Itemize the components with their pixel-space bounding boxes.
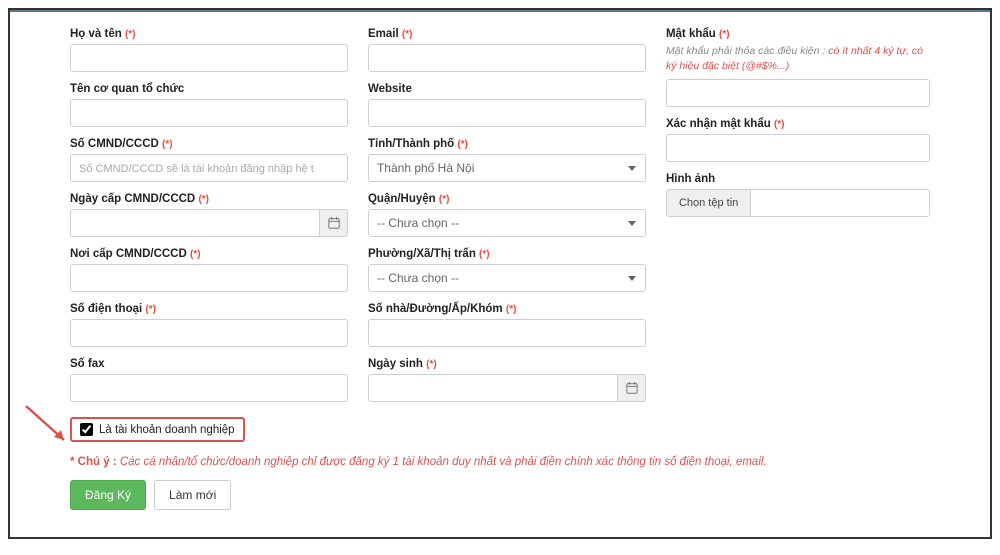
website-input[interactable] [368, 99, 646, 127]
noi-cap-input[interactable] [70, 264, 348, 292]
xac-nhan-label: Xác nhận mật khẩu (*) [666, 118, 930, 130]
dien-thoai-label: Số điện thoại (*) [70, 303, 348, 315]
tinh-label: Tỉnh/Thành phố (*) [368, 138, 646, 150]
choose-file-button[interactable]: Chọn tệp tin [667, 190, 751, 216]
website-label: Website [368, 83, 646, 95]
file-name-display [751, 190, 929, 216]
so-nha-input[interactable] [368, 319, 646, 347]
ten-co-quan-input[interactable] [70, 99, 348, 127]
ngay-sinh-input[interactable] [368, 374, 617, 402]
tinh-select[interactable]: Thành phố Hà Nội [368, 154, 646, 182]
quan-label: Quận/Huyện (*) [368, 193, 646, 205]
ho-ten-input[interactable] [70, 44, 348, 72]
business-account-checkbox[interactable] [80, 423, 93, 436]
reset-button[interactable]: Làm mới [154, 480, 231, 510]
business-account-highlight: Là tài khoản doanh nghiệp [70, 417, 245, 442]
submit-button[interactable]: Đăng Ký [70, 480, 146, 510]
so-nha-label: Số nhà/Đường/Ấp/Khóm (*) [368, 303, 646, 315]
email-input[interactable] [368, 44, 646, 72]
fax-label: Số fax [70, 358, 348, 370]
mat-khau-hint: Mật khẩu phải thỏa các điều kiện : có ít… [666, 44, 930, 73]
warning-note: * Chú ý : Các cá nhân/tổ chức/doanh nghi… [70, 456, 930, 468]
business-account-label: Là tài khoản doanh nghiệp [99, 424, 235, 436]
ngay-cap-input[interactable] [70, 209, 319, 237]
hinh-anh-label: Hình ảnh [666, 173, 930, 185]
ten-co-quan-label: Tên cơ quan tổ chức [70, 83, 348, 95]
xac-nhan-input[interactable] [666, 134, 930, 162]
phuong-label: Phường/Xã/Thị trấn (*) [368, 248, 646, 260]
ngay-sinh-calendar-button[interactable] [617, 374, 646, 402]
dien-thoai-input[interactable] [70, 319, 348, 347]
file-input-group[interactable]: Chọn tệp tin [666, 189, 930, 217]
mat-khau-label: Mật khẩu (*) [666, 28, 930, 40]
ngay-sinh-label: Ngày sinh (*) [368, 358, 646, 370]
noi-cap-label: Nơi cấp CMND/CCCD (*) [70, 248, 348, 260]
calendar-icon [626, 382, 638, 394]
quan-select[interactable]: -- Chưa chọn -- [368, 209, 646, 237]
cmnd-input[interactable] [70, 154, 348, 182]
phuong-select[interactable]: -- Chưa chọn -- [368, 264, 646, 292]
cmnd-label: Số CMND/CCCD (*) [70, 138, 348, 150]
email-label: Email (*) [368, 28, 646, 40]
annotation-arrow [22, 398, 72, 451]
calendar-icon [328, 217, 340, 229]
ngay-cap-calendar-button[interactable] [319, 209, 348, 237]
ho-ten-label: Họ và tên (*) [70, 28, 348, 40]
ngay-cap-label: Ngày cấp CMND/CCCD (*) [70, 193, 348, 205]
mat-khau-input[interactable] [666, 79, 930, 107]
fax-input[interactable] [70, 374, 348, 402]
